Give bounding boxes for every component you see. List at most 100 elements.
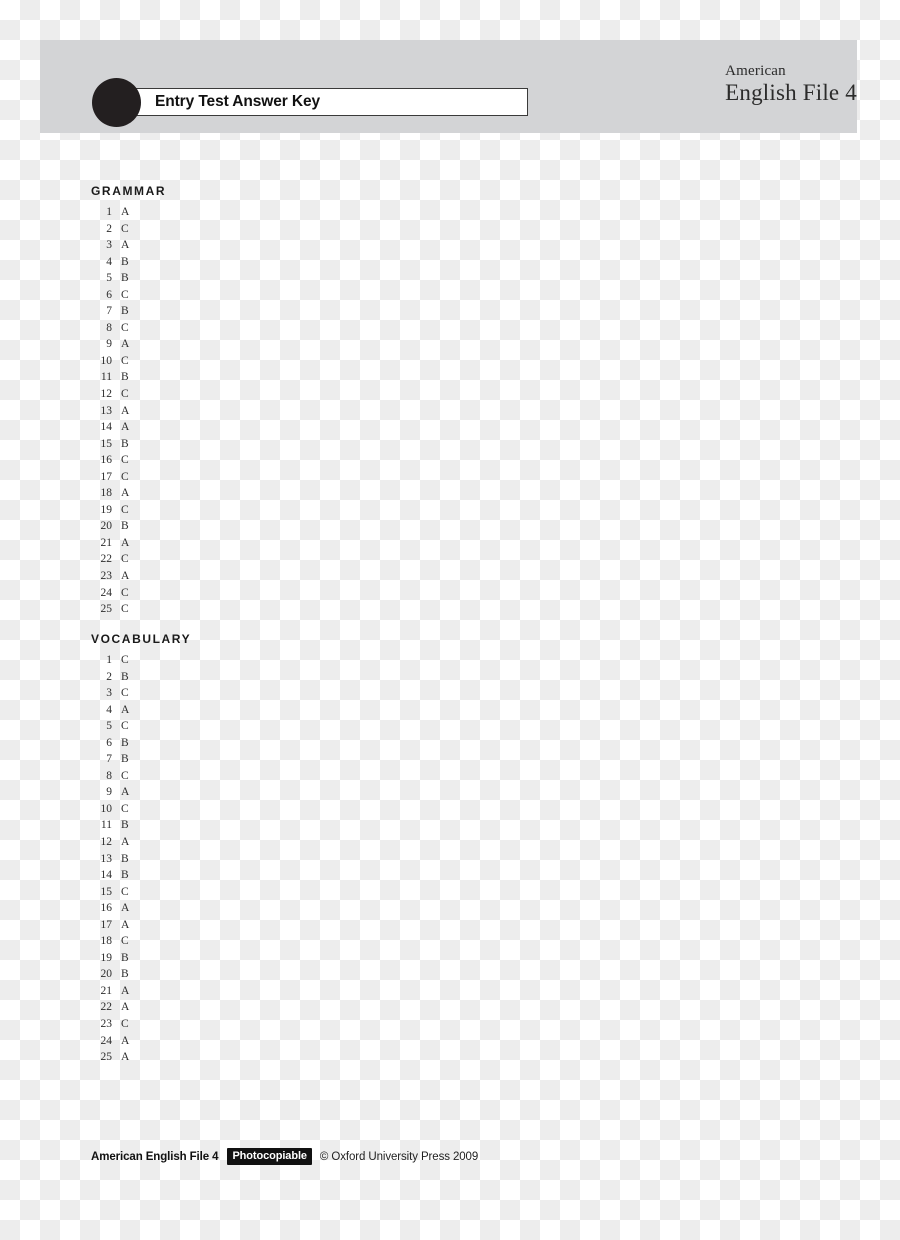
answer-value: A [121, 1051, 130, 1064]
answer-value: B [121, 520, 129, 533]
answer-row: 15 B [91, 438, 166, 455]
answer-number: 9 [106, 786, 112, 799]
answer-number: 5 [106, 720, 112, 733]
page-title-box: Entry Test Answer Key [122, 88, 528, 116]
brand-logo: American English File 4 [725, 63, 857, 107]
answer-row: 16 C [91, 454, 166, 471]
answer-row: 6B [91, 737, 191, 754]
answer-number: 24 [100, 1034, 113, 1047]
answer-value: C [121, 802, 129, 815]
answer-number: 23 [100, 1018, 113, 1031]
answer-value: A [121, 1034, 130, 1047]
answer-value: C [121, 222, 129, 235]
answer-row: 10 C [91, 355, 166, 372]
answer-row: 13 B [91, 853, 191, 870]
answer-value: C [121, 354, 129, 367]
answer-number: 14 [100, 421, 113, 434]
answer-number: 10 [100, 802, 113, 815]
section-title-vocabulary: VOCABULARY [91, 632, 192, 646]
answer-row: 21 A [91, 537, 166, 554]
answer-row: 1A [91, 206, 166, 223]
answer-number: 1 [106, 654, 112, 666]
answer-row: 17 A [91, 919, 191, 936]
answer-value: B [121, 869, 129, 882]
answer-row: 17 C [91, 471, 166, 488]
answer-number: 20 [100, 520, 113, 533]
answer-value: C [121, 388, 129, 401]
answer-row: 3C [91, 687, 191, 704]
answer-value: C [121, 321, 129, 334]
answer-value: C [121, 603, 129, 616]
section-grammar: GRAMMAR 1 A 2 C 3 A 4 B 5 B 6 C 7 B 8 C 9 A 10 C 11 B 12 C 13 A 14… [91, 184, 166, 620]
answer-number: 8 [106, 321, 112, 334]
answer-value: A [121, 404, 130, 417]
answer-row: 14 B [91, 869, 191, 886]
answer-value: C [121, 586, 129, 599]
answer-number: 25 [100, 603, 113, 616]
answer-row: 19 C [91, 504, 166, 521]
answer-value: C [121, 935, 129, 948]
answer-value: B [121, 437, 129, 450]
answer-value: C [121, 553, 129, 566]
answer-number: 19 [100, 951, 113, 964]
answer-value: B [121, 852, 129, 865]
answer-number: 19 [100, 503, 113, 516]
answer-value: B [121, 670, 129, 683]
answer-number: 12 [100, 388, 113, 401]
answer-value: C [121, 454, 129, 467]
answer-row: 19 B [91, 952, 191, 969]
answer-number: 14 [100, 869, 113, 882]
answer-row: 2C [91, 223, 166, 240]
footer-copyright: © Oxford University Press 2009 [319, 1150, 479, 1163]
title-bullet-circle-icon [92, 78, 141, 127]
answer-value: B [121, 951, 129, 964]
answer-row: 20 B [91, 968, 191, 985]
answer-number: 17 [100, 470, 113, 483]
answer-value: B [121, 968, 129, 981]
answer-value: C [121, 687, 129, 700]
section-title-grammar: GRAMMAR [91, 184, 167, 198]
answer-value: B [121, 819, 129, 832]
answer-value: C [121, 470, 129, 483]
answer-row: 20 B [91, 520, 166, 537]
answer-number: 5 [106, 272, 112, 285]
answer-number: 2 [106, 222, 112, 235]
answer-number: 15 [100, 885, 113, 898]
answer-number: 7 [106, 305, 112, 318]
answer-number: 16 [100, 902, 113, 915]
answer-number: 2 [106, 670, 112, 683]
answer-number: 6 [106, 736, 112, 749]
answer-value: A [121, 487, 130, 500]
answer-list-vocabulary: 1 C 2 B 3 C 4 A 5 C 6 B 7 B 8 C 9 A 10 C 11 B 12 A 13 B 14 B 15 C 16 A 1… [91, 654, 191, 1068]
answer-number: 4 [106, 703, 112, 716]
answer-row: 9A [91, 786, 191, 803]
answer-row: 22 A [91, 1001, 191, 1018]
answer-value: A [121, 786, 130, 799]
answer-number: 13 [100, 404, 113, 417]
answer-row: 7B [91, 305, 166, 322]
answer-value: C [121, 885, 129, 898]
page-title: Entry Test Answer Key [155, 93, 321, 110]
answer-number: 17 [100, 918, 113, 931]
answer-number: 9 [106, 338, 112, 351]
answer-number: 23 [100, 570, 113, 583]
answer-value: A [121, 918, 130, 931]
answer-value: A [121, 421, 130, 434]
answer-row: 9A [91, 338, 166, 355]
answer-row: 22 C [91, 553, 166, 570]
answer-row: 14 A [91, 421, 166, 438]
answer-row: 21 A [91, 985, 191, 1002]
answer-number: 15 [100, 437, 113, 450]
answer-value: C [121, 654, 129, 666]
answer-row: 1C [91, 654, 191, 671]
answer-number: 11 [100, 819, 112, 832]
answer-row: 6C [91, 289, 166, 306]
answer-row: 24 C [91, 587, 166, 604]
answer-number: 24 [100, 586, 113, 599]
answer-row: 4B [91, 256, 166, 273]
answer-number: 11 [100, 371, 112, 384]
answer-row: 25 A [91, 1051, 191, 1068]
answer-row: 13 A [91, 405, 166, 422]
answer-row: 8C [91, 322, 166, 339]
answer-value: A [121, 703, 130, 716]
